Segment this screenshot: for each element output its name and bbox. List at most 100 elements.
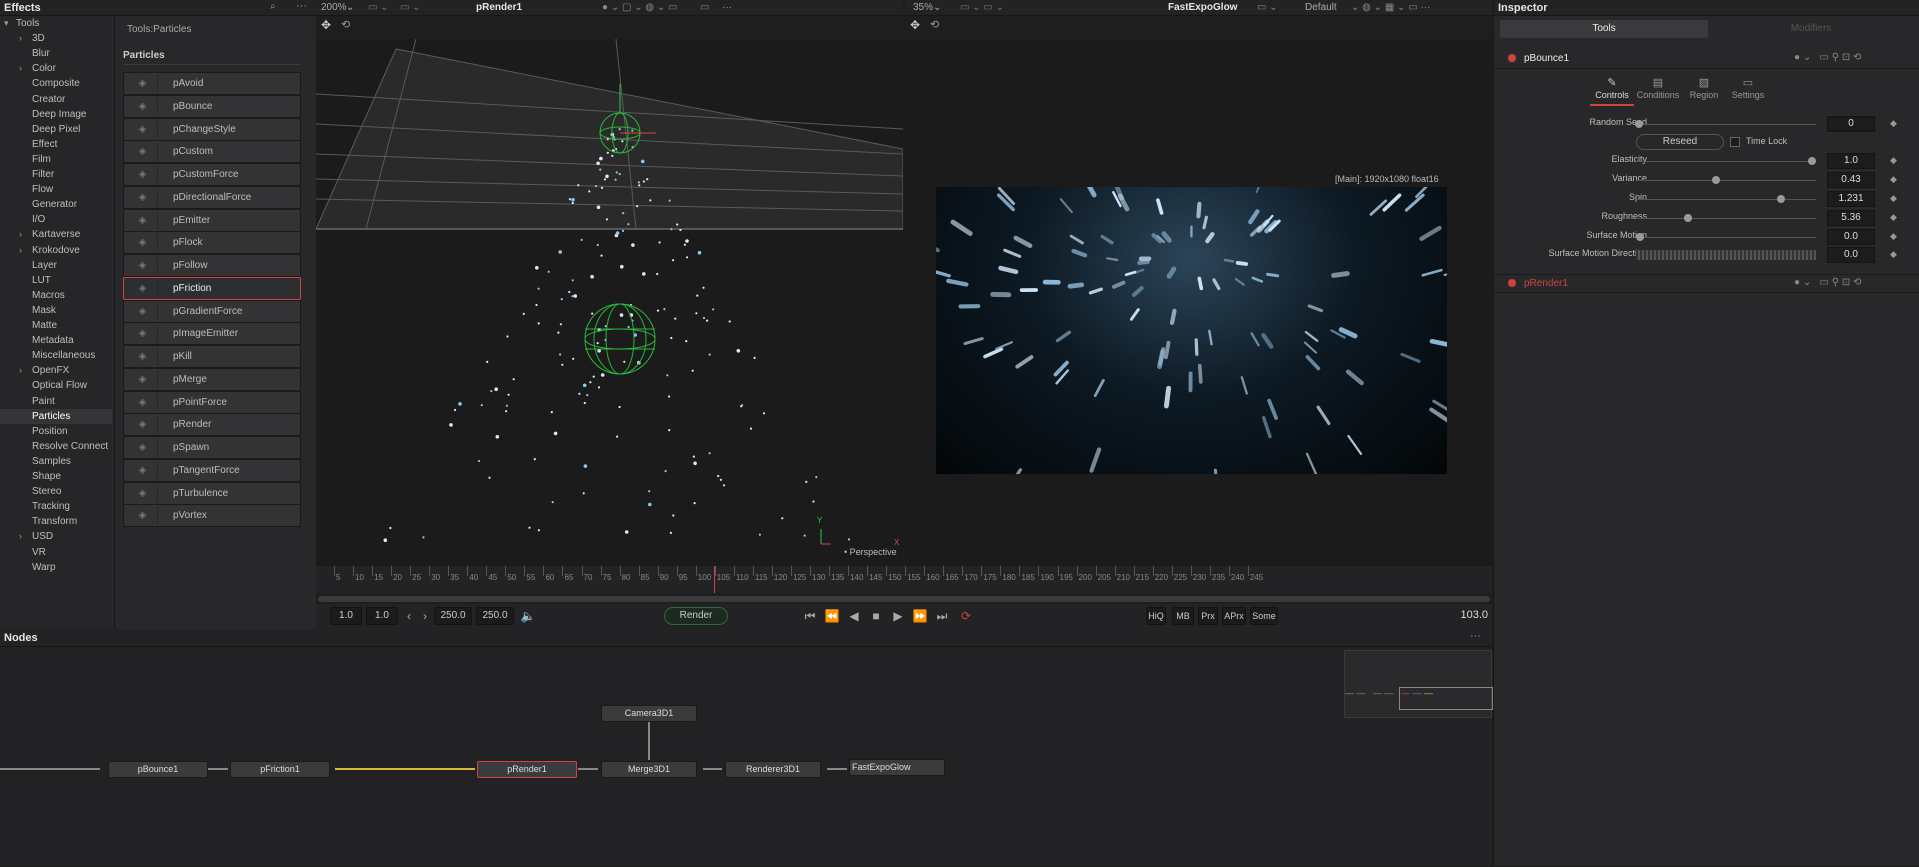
- chevron-down-icon[interactable]: ▾: [4, 16, 9, 31]
- tool-button-pemitter[interactable]: ◈pEmitter: [123, 209, 301, 232]
- lut-options-icon[interactable]: ⌄ ◍ ⌄ ▦ ⌄ ▭ ···: [1351, 2, 1430, 13]
- go-to-end-icon[interactable]: ⏭: [934, 607, 950, 625]
- time-lock-checkbox[interactable]: [1730, 137, 1740, 147]
- tool-enable-toggle[interactable]: [1508, 279, 1516, 287]
- current-frame-field[interactable]: 103.0: [1418, 607, 1488, 625]
- node-fastexpoglow[interactable]: FastExpoGlow: [849, 759, 945, 776]
- chevron-right-icon[interactable]: ›: [19, 61, 22, 76]
- step-back-icon[interactable]: ‹: [404, 607, 414, 625]
- toggle-hiq[interactable]: HiQ: [1146, 607, 1166, 625]
- color-channel-icon[interactable]: ● ⌄ ▢ ⌄ ◍ ⌄ ▭: [602, 2, 677, 13]
- search-icon[interactable]: ⌕: [270, 1, 276, 12]
- tool-enable-toggle[interactable]: [1508, 54, 1516, 62]
- keyframe-icon[interactable]: ◆: [1890, 118, 1897, 129]
- render-button[interactable]: Render: [664, 607, 728, 625]
- param-slider[interactable]: [1636, 218, 1816, 219]
- more-options-icon[interactable]: ···: [1470, 630, 1481, 642]
- render-start-field[interactable]: 1.0: [366, 607, 398, 625]
- tree-item-deep-pixel[interactable]: Deep Pixel: [0, 122, 112, 137]
- tree-item-generator[interactable]: Generator: [0, 197, 112, 212]
- tool-header-prender[interactable]: pRender1 ● ⌄ ▭ ⚲ ⊡ ⟲: [1494, 274, 1919, 293]
- chevron-right-icon[interactable]: ›: [19, 31, 22, 46]
- tab-conditions[interactable]: ▤ Conditions: [1636, 76, 1680, 106]
- roi-icon[interactable]: ▭ ⌄: [1257, 2, 1278, 13]
- tree-item-paint[interactable]: Paint: [0, 394, 112, 409]
- tree-item-filter[interactable]: Filter: [0, 167, 112, 182]
- fit-icon[interactable]: ▭ ⌄ ▭ ⌄: [960, 2, 1004, 13]
- node-merge3d1[interactable]: Merge3D1: [601, 761, 697, 778]
- tab-settings[interactable]: ▭ Settings: [1726, 76, 1770, 106]
- keyframe-icon[interactable]: ◆: [1890, 231, 1897, 242]
- go-to-start-icon[interactable]: ⏮: [802, 607, 818, 625]
- more-options-icon[interactable]: ···: [722, 2, 732, 13]
- toggle-aprx[interactable]: APrx: [1222, 607, 1246, 625]
- chevron-right-icon[interactable]: ›: [19, 363, 22, 378]
- tool-header-icons[interactable]: ● ⌄ ▭ ⚲ ⊡ ⟲: [1794, 277, 1861, 288]
- tool-button-pfriction[interactable]: ◈pFriction: [123, 277, 301, 300]
- tree-item-samples[interactable]: Samples: [0, 454, 112, 469]
- tool-button-pcustomforce[interactable]: ◈pCustomForce: [123, 163, 301, 186]
- play-icon[interactable]: ▶: [890, 607, 906, 625]
- tree-item-effect[interactable]: Effect: [0, 137, 112, 152]
- audio-icon[interactable]: 🔈: [520, 607, 536, 625]
- random-seed-value[interactable]: 0: [1827, 116, 1875, 132]
- tree-item-openfx[interactable]: ›OpenFX: [0, 363, 112, 378]
- global-start-field[interactable]: 1.0: [330, 607, 362, 625]
- tree-item-tracking[interactable]: Tracking: [0, 499, 112, 514]
- layout-icon[interactable]: ▭ ⌄: [400, 2, 421, 13]
- toggle-some[interactable]: Some: [1250, 607, 1278, 625]
- tool-button-ptangentforce[interactable]: ◈pTangentForce: [123, 459, 301, 482]
- tree-item-deep-image[interactable]: Deep Image: [0, 107, 112, 122]
- tree-item-optical-flow[interactable]: Optical Flow: [0, 378, 112, 393]
- tree-item-stereo[interactable]: Stereo: [0, 484, 112, 499]
- tab-tools[interactable]: Tools: [1500, 20, 1708, 38]
- tool-button-pfollow[interactable]: ◈pFollow: [123, 254, 301, 277]
- tool-button-pturbulence[interactable]: ◈pTurbulence: [123, 482, 301, 505]
- tree-item-matte[interactable]: Matte: [0, 318, 112, 333]
- tree-item-kartaverse[interactable]: ›Kartaverse: [0, 227, 112, 242]
- tab-controls[interactable]: ✎ Controls: [1590, 76, 1634, 106]
- tool-button-pimageemitter[interactable]: ◈pImageEmitter: [123, 322, 301, 345]
- tool-header-icons[interactable]: ● ⌄ ▭ ⚲ ⊡ ⟲: [1794, 52, 1861, 63]
- tool-button-pavoid[interactable]: ◈pAvoid: [123, 72, 301, 95]
- tree-item-composite[interactable]: Composite: [0, 76, 112, 91]
- surface-motion-direction-value[interactable]: 0.0: [1827, 247, 1875, 263]
- loop-icon[interactable]: ⟳: [958, 607, 974, 625]
- keyframe-icon[interactable]: ◆: [1890, 249, 1897, 260]
- tree-item-mask[interactable]: Mask: [0, 303, 112, 318]
- toggle-mb[interactable]: MB: [1172, 607, 1194, 625]
- play-reverse-icon[interactable]: ◀: [846, 607, 862, 625]
- slider-knob[interactable]: [1712, 176, 1720, 184]
- node-pfriction1[interactable]: pFriction1: [230, 761, 330, 778]
- tree-item-blur[interactable]: Blur: [0, 46, 112, 61]
- node-pbounce1[interactable]: pBounce1: [108, 761, 208, 778]
- tool-button-pchangestyle[interactable]: ◈pChangeStyle: [123, 118, 301, 141]
- tool-button-prender[interactable]: ◈pRender: [123, 413, 301, 436]
- reseed-button[interactable]: Reseed: [1636, 134, 1724, 150]
- tool-button-pspawn[interactable]: ◈pSpawn: [123, 436, 301, 459]
- tree-item-lut[interactable]: LUT: [0, 273, 112, 288]
- tree-item-macros[interactable]: Macros: [0, 288, 112, 303]
- param-value[interactable]: 0.43: [1827, 172, 1875, 188]
- tree-item-warp[interactable]: Warp: [0, 560, 112, 575]
- playhead[interactable]: [714, 566, 715, 593]
- tool-button-pvortex[interactable]: ◈pVortex: [123, 504, 301, 527]
- tree-item-3d[interactable]: ›3D: [0, 31, 112, 46]
- tree-item-vr[interactable]: VR: [0, 545, 112, 560]
- tool-button-ppointforce[interactable]: ◈pPointForce: [123, 391, 301, 414]
- slider-knob[interactable]: [1808, 157, 1816, 165]
- left-zoom-dropdown[interactable]: 200%: [321, 2, 347, 13]
- node-renderer3d1[interactable]: Renderer3D1: [725, 761, 821, 778]
- surface-motion-direction-dial[interactable]: [1636, 250, 1816, 260]
- global-end-field[interactable]: 250.0: [476, 607, 514, 625]
- tree-item-resolve-connect[interactable]: Resolve Connect: [0, 439, 112, 454]
- random-seed-slider[interactable]: [1636, 124, 1816, 125]
- move-tool-icon[interactable]: ✥: [321, 18, 331, 32]
- stop-icon[interactable]: ■: [868, 607, 884, 625]
- timeline-ruler[interactable]: 5101520253035404550556065707580859095100…: [316, 566, 1492, 593]
- tree-item-tools[interactable]: ▾Tools: [0, 16, 112, 31]
- tab-region[interactable]: ▨ Region: [1682, 76, 1726, 106]
- tree-item-layer[interactable]: Layer: [0, 258, 112, 273]
- keyframe-icon[interactable]: ◆: [1890, 155, 1897, 166]
- lut-dropdown[interactable]: Default: [1305, 2, 1337, 13]
